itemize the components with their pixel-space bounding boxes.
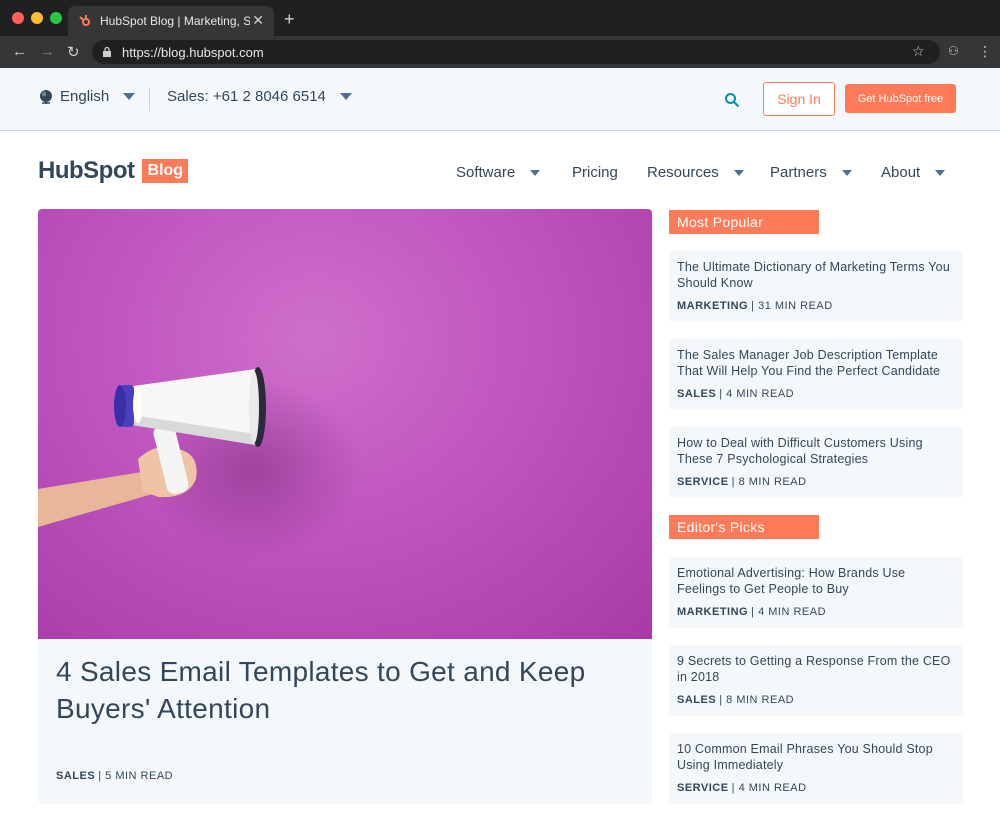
category-tag[interactable]: SALES <box>677 388 716 400</box>
browser-toolbar: ← → ↻ https://blog.hubspot.com ☆ ⚇ ⋮ <box>0 36 1000 68</box>
post-title[interactable]: How to Deal with Difficult Customers Usi… <box>677 435 957 467</box>
chevron-down-icon <box>733 169 744 176</box>
close-window-button[interactable] <box>12 12 24 24</box>
list-item[interactable]: 9 Secrets to Getting a Response From the… <box>669 645 963 716</box>
post-title[interactable]: Emotional Advertising: How Brands Use Fe… <box>677 565 957 597</box>
globe-icon <box>40 89 52 104</box>
featured-article-title[interactable]: 4 Sales Email Templates to Get and Keep … <box>56 653 636 727</box>
post-meta: SALES | 8 MIN READ <box>677 694 794 706</box>
category-tag[interactable]: SALES <box>677 694 716 706</box>
nav-item-about[interactable]: About <box>881 164 946 181</box>
logo-badge: Blog <box>142 159 189 183</box>
get-hubspot-free-button[interactable]: Get HubSpot free <box>845 84 956 113</box>
divider <box>149 87 150 111</box>
megaphone-illustration <box>38 367 363 559</box>
tab-close-icon[interactable]: ✕ <box>252 12 264 29</box>
nav-label: Software <box>456 164 516 181</box>
logo-text: HubSpot <box>38 157 135 184</box>
category-tag[interactable]: MARKETING <box>677 606 748 618</box>
chevron-down-icon <box>123 93 136 100</box>
post-meta: MARKETING | 31 MIN READ <box>677 300 833 312</box>
search-icon[interactable] <box>724 92 740 108</box>
back-icon[interactable]: ← <box>12 43 27 60</box>
category-tag[interactable]: SERVICE <box>677 782 729 794</box>
list-item[interactable]: The Ultimate Dictionary of Marketing Ter… <box>669 251 963 322</box>
nav-label: Resources <box>647 164 719 181</box>
nav-item-partners[interactable]: Partners <box>770 164 852 181</box>
category-tag[interactable]: SALES <box>56 770 95 782</box>
chevron-down-icon <box>935 169 946 176</box>
list-item[interactable]: The Sales Manager Job Description Templa… <box>669 339 963 410</box>
chevron-down-icon <box>339 93 352 100</box>
address-bar[interactable]: https://blog.hubspot.com <box>92 40 940 64</box>
post-title[interactable]: 10 Common Email Phrases You Should Stop … <box>677 741 957 773</box>
list-item[interactable]: Emotional Advertising: How Brands Use Fe… <box>669 557 963 628</box>
new-tab-icon[interactable]: + <box>284 9 295 30</box>
lock-icon <box>103 47 111 57</box>
sign-in-button[interactable]: Sign In <box>763 82 835 116</box>
read-time: | 4 MIN READ <box>731 782 807 794</box>
nav-item-resources[interactable]: Resources <box>647 164 744 181</box>
language-selector[interactable]: English <box>38 88 136 105</box>
post-meta: MARKETING | 4 MIN READ <box>677 606 826 618</box>
nav-label: Pricing <box>572 164 618 181</box>
language-label: English <box>60 88 110 105</box>
read-time: | 5 MIN READ <box>98 770 174 782</box>
forward-icon[interactable]: → <box>40 43 55 60</box>
featured-article-card[interactable]: 4 Sales Email Templates to Get and Keep … <box>38 209 652 804</box>
menu-kebab-icon[interactable]: ⋮ <box>978 43 992 60</box>
editors-picks-heading: Editor's Picks <box>669 515 819 539</box>
read-time: | 8 MIN READ <box>719 694 795 706</box>
featured-article-image[interactable] <box>38 209 652 639</box>
post-meta: SERVICE | 4 MIN READ <box>677 782 807 794</box>
most-popular-heading: Most Popular <box>669 210 819 234</box>
utility-bar: English Sales: +61 2 8046 6514 Sign In G… <box>0 68 1000 131</box>
url-text: https://blog.hubspot.com <box>122 44 264 60</box>
sales-phone-label: Sales: +61 2 8046 6514 <box>167 88 326 105</box>
read-time: | 4 MIN READ <box>751 606 827 618</box>
chevron-down-icon <box>530 169 541 176</box>
chevron-down-icon <box>841 169 852 176</box>
tab-title: HubSpot Blog | Marketing, Sales <box>100 14 250 28</box>
read-time: | 8 MIN READ <box>731 476 807 488</box>
post-title[interactable]: The Sales Manager Job Description Templa… <box>677 347 957 379</box>
post-meta: SALES | 4 MIN READ <box>677 388 794 400</box>
extension-icon[interactable]: ⚇ <box>948 44 959 58</box>
featured-article-meta: SALES | 5 MIN READ <box>56 770 173 782</box>
category-tag[interactable]: SERVICE <box>677 476 729 488</box>
list-item[interactable]: How to Deal with Difficult Customers Usi… <box>669 427 963 498</box>
category-tag[interactable]: MARKETING <box>677 300 748 312</box>
nav-label: Partners <box>770 164 827 181</box>
post-title[interactable]: 9 Secrets to Getting a Response From the… <box>677 653 957 685</box>
browser-titlebar: HubSpot Blog | Marketing, Sales ✕ + <box>0 0 1000 36</box>
read-time: | 31 MIN READ <box>751 300 833 312</box>
nav-label: About <box>881 164 921 181</box>
post-meta: SERVICE | 8 MIN READ <box>677 476 807 488</box>
hubspot-favicon-icon <box>79 15 90 26</box>
bookmark-star-icon[interactable]: ☆ <box>912 43 925 60</box>
list-item[interactable]: 10 Common Email Phrases You Should Stop … <box>669 733 963 804</box>
minimize-window-button[interactable] <box>31 12 43 24</box>
sales-phone-selector[interactable]: Sales: +61 2 8046 6514 <box>167 88 352 105</box>
post-title[interactable]: The Ultimate Dictionary of Marketing Ter… <box>677 259 957 291</box>
nav-item-pricing[interactable]: Pricing <box>572 164 618 181</box>
browser-tab[interactable]: HubSpot Blog | Marketing, Sales ✕ <box>68 6 274 36</box>
read-time: | 4 MIN READ <box>719 388 795 400</box>
maximize-window-button[interactable] <box>50 12 62 24</box>
reload-icon[interactable]: ↻ <box>67 43 80 61</box>
hubspot-blog-logo[interactable]: HubSpot Blog <box>38 157 189 185</box>
nav-item-software[interactable]: Software <box>456 164 541 181</box>
